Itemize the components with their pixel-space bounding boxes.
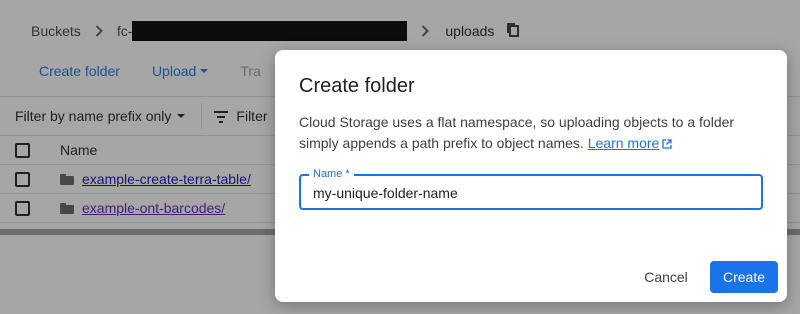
- learn-more-label: Learn more: [587, 135, 660, 151]
- folder-name-input[interactable]: [313, 183, 753, 203]
- external-link-icon: [662, 134, 672, 149]
- folder-name-label: Name *: [309, 167, 354, 181]
- learn-more-link[interactable]: Learn more: [588, 135, 673, 151]
- dialog-title: Create folder: [299, 75, 415, 97]
- create-folder-dialog: Create folder Cloud Storage uses a flat …: [275, 50, 787, 302]
- create-button[interactable]: Create: [710, 261, 778, 293]
- cancel-button[interactable]: Cancel: [638, 261, 694, 293]
- dialog-description: Cloud Storage uses a flat namespace, so …: [299, 112, 769, 154]
- folder-name-field: Name *: [299, 167, 763, 210]
